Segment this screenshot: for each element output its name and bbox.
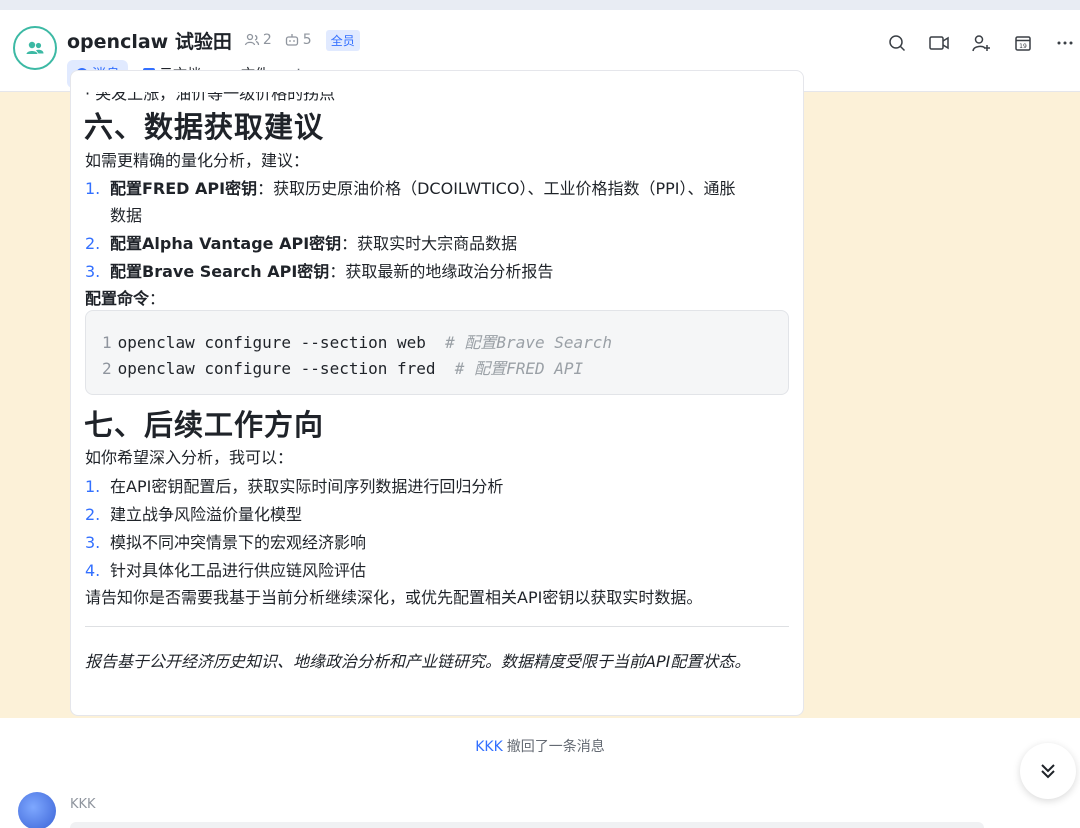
sender-name[interactable]: KKK [70,797,96,812]
list-item: 1. 配置FRED API密钥：获取历史原油价格（DCOILWTICO）、工业价格… [85,179,736,198]
recall-notice: KKK 撤回了一条消息 [0,736,1080,756]
recall-text: 撤回了一条消息 [506,739,605,755]
more-button[interactable] [1050,28,1080,58]
list-item: 3. 模拟不同冲突情景下的宏观经济影响 [85,533,367,552]
list-item-continuation: 数据 [110,206,143,225]
add-user-icon [972,35,990,52]
section-6-intro: 如需更精确的量化分析，建议： [85,151,310,170]
closing-paragraph: 请告知你是否需要我基于当前分析继续深化，或优先配置相关API密钥以获取实时数据。 [85,588,703,607]
add-member-button[interactable] [966,28,996,58]
recall-user[interactable]: KKK [475,739,503,755]
list-item: 2. 建立战争风险溢价量化模型 [85,505,303,524]
video-call-button[interactable] [924,28,954,58]
member-count-value: 2 [262,32,272,48]
member-count[interactable]: 2 [244,32,272,48]
more-dots-icon [1057,41,1073,45]
calendar-icon: 19 [1015,36,1031,51]
svg-text:19: 19 [1019,43,1027,50]
report-footnote: 报告基于公开经济历史知识、地缘政治分析和产业链研究。数据精度受限于当前API配置… [85,652,751,671]
scroll-to-bottom-button[interactable] [1020,743,1076,799]
group-avatar[interactable] [13,26,57,70]
bot-icon [285,34,298,46]
calendar-button[interactable]: 19 [1008,28,1038,58]
bot-count-value: 5 [302,32,312,48]
window-top-strip [0,0,1080,10]
list-item: 1. 在API密钥配置后，获取实际时间序列数据进行回归分析 [85,477,504,496]
list-item: 4. 针对具体化工品进行供应链风险评估 [85,561,367,580]
section-7-intro: 如你希望深入分析，我可以： [85,448,294,467]
all-members-badge: 全员 [325,29,360,51]
search-button[interactable] [882,28,912,58]
group-people-icon [26,41,44,54]
message-content: · 突发上涨，油价等一级价格的拐点 六、数据获取建议 如需更精确的量化分析，建议… [70,92,804,716]
message-bubble [70,822,984,828]
code-line: 1 openclaw configure --section web # 配置Br… [102,333,613,352]
code-line: 2 openclaw configure --section fred # 配置F… [102,359,584,378]
members-icon [244,33,259,46]
clipped-text-line: · 突发上涨，油价等一级价格的拐点 [85,92,336,103]
video-camera-icon [929,36,949,50]
bot-count[interactable]: 5 [284,32,312,48]
list-item: 3. 配置Brave Search API密钥：获取最新的地缘政治分析报告 [85,262,554,281]
search-icon [889,35,906,52]
section-7-heading: 七、后续工作方向 [84,408,325,442]
code-block[interactable]: 1 openclaw configure --section web # 配置Br… [85,310,789,395]
chat-title-row: openclaw 试验田 2 5 全员 [67,26,360,54]
list-item: 2. 配置Alpha Vantage API密钥：获取实时大宗商品数据 [85,234,518,253]
sender-avatar[interactable] [18,792,56,828]
header-actions: 19 [882,28,1080,58]
section-6-heading: 六、数据获取建议 [84,110,325,144]
double-chevron-down-icon [1041,764,1055,779]
config-commands-label: 配置命令： [85,289,166,308]
divider [85,626,789,627]
chat-title[interactable]: openclaw 试验田 [67,27,232,54]
